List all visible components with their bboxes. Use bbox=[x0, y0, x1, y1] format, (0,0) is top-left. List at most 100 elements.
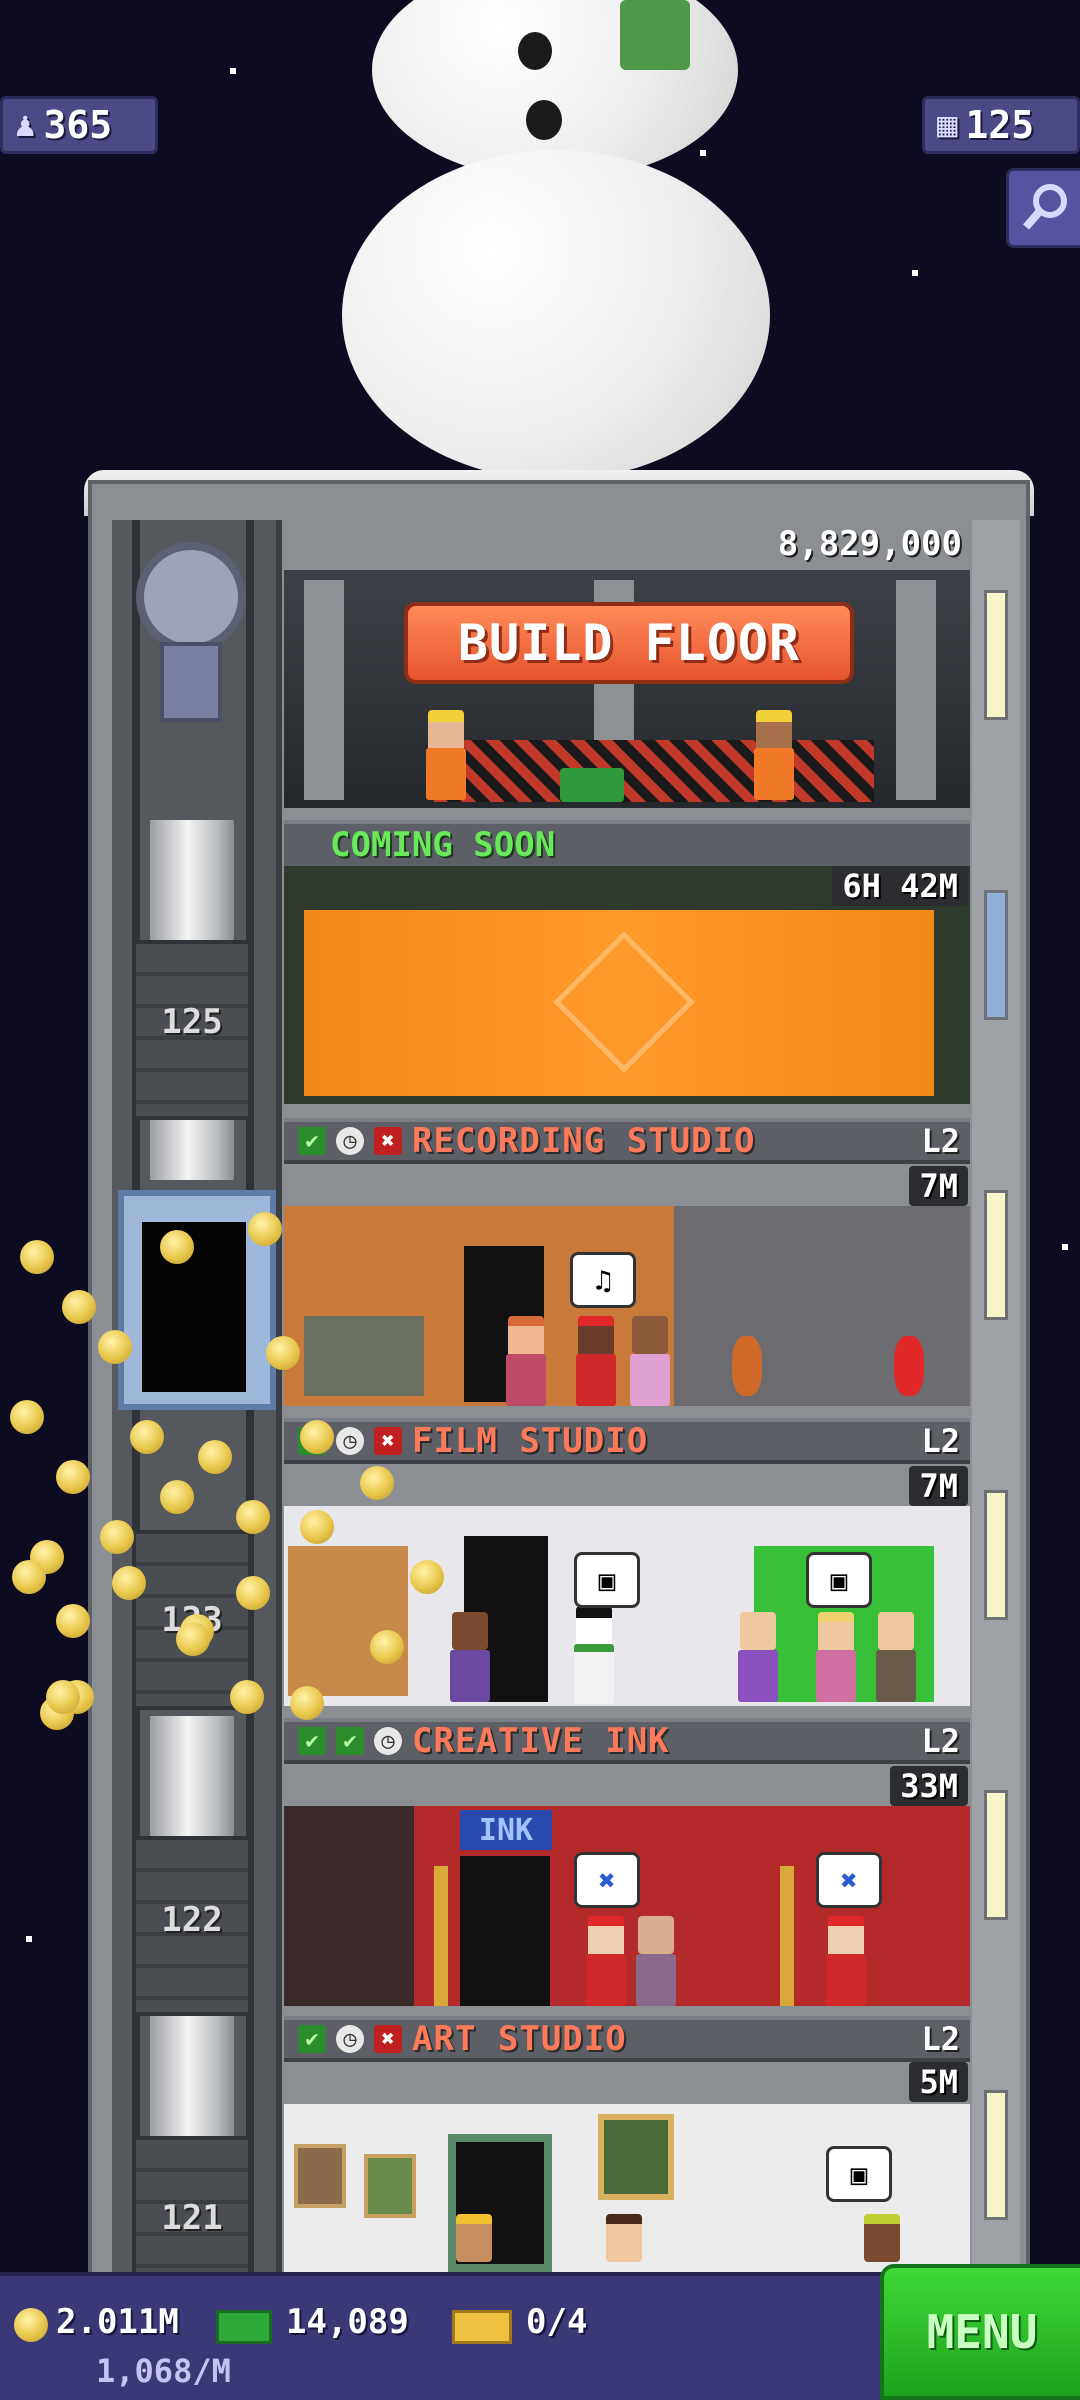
resident bbox=[824, 1916, 868, 2006]
star bbox=[912, 270, 918, 276]
coin-icon bbox=[230, 1680, 264, 1714]
floor-label-recording-studio[interactable]: ✔ ◷ ✖ RECORDING STUDIO L2 bbox=[284, 1118, 970, 1164]
coin-icon bbox=[12, 1560, 46, 1594]
mixing-desk bbox=[304, 1316, 424, 1396]
shaft-cylinder bbox=[150, 2016, 234, 2136]
restock-clock-icon: ◷ bbox=[336, 2025, 364, 2053]
resident bbox=[448, 1612, 492, 1702]
tickets-count: 0/4 bbox=[526, 2302, 588, 2342]
music-note-bubble: ♫ bbox=[570, 1252, 636, 1308]
tower-right-column bbox=[972, 520, 1020, 2280]
coin-icon bbox=[56, 1460, 90, 1494]
coin-icon bbox=[56, 1604, 90, 1638]
studio-door bbox=[460, 1856, 550, 2006]
floor-name: FILM STUDIO bbox=[412, 1421, 649, 1461]
item-bubble: ▣ bbox=[826, 2146, 892, 2202]
floor-name: ART STUDIO bbox=[412, 2019, 627, 2059]
coin-icon bbox=[62, 1290, 96, 1324]
star bbox=[26, 1936, 32, 1942]
resident bbox=[736, 1612, 780, 1702]
ink-sign: INK bbox=[460, 1810, 552, 1850]
floor-name: RECORDING STUDIO bbox=[412, 1121, 756, 1161]
shaft-cylinder bbox=[150, 820, 234, 940]
coin-icon bbox=[266, 1336, 300, 1370]
coin-icon bbox=[100, 1520, 134, 1554]
item-bubble: ✖ bbox=[574, 1852, 640, 1908]
coin-icon bbox=[14, 2308, 48, 2342]
lamp bbox=[780, 1866, 794, 2006]
lamp bbox=[434, 1866, 448, 2006]
stock-check-icon: ✔ bbox=[298, 1127, 326, 1155]
floor-level: L2 bbox=[921, 1122, 960, 1160]
bux-balance: 14,089 bbox=[286, 2302, 409, 2342]
floor-label-creative-ink[interactable]: ✔ ✔ ◷ CREATIVE INK L2 bbox=[284, 1718, 970, 1764]
coin-icon bbox=[112, 1566, 146, 1600]
star bbox=[1062, 1244, 1068, 1250]
elevator-pulley bbox=[136, 542, 246, 652]
floor-label-art-studio[interactable]: ✔ ◷ ✖ ART STUDIO L2 bbox=[284, 2016, 970, 2062]
coin-icon bbox=[130, 1420, 164, 1454]
coin-icon bbox=[360, 1466, 394, 1500]
menu-button[interactable]: MENU bbox=[880, 2264, 1080, 2400]
building-icon: ▦ bbox=[937, 105, 958, 145]
coin-icon bbox=[198, 1440, 232, 1474]
floor-timer: 33M bbox=[890, 1766, 968, 1806]
stock-empty-icon: ✖ bbox=[374, 1427, 402, 1455]
tower-window bbox=[984, 1490, 1008, 1620]
picture-frame bbox=[294, 2144, 346, 2208]
bookshelf bbox=[288, 1546, 408, 1696]
person-icon: ♟ bbox=[15, 105, 36, 145]
shaft-floor-number: 121 bbox=[161, 2198, 223, 2238]
shaft-cylinder bbox=[150, 1716, 234, 1836]
music-note-icon: ♫ bbox=[594, 1263, 612, 1297]
tower-window bbox=[984, 2090, 1008, 2220]
coin-icon bbox=[176, 1622, 210, 1656]
tower-window bbox=[984, 590, 1008, 720]
floors-counter[interactable]: ▦ 125 bbox=[922, 96, 1080, 154]
guitar bbox=[732, 1336, 762, 1396]
item-bubble: ▣ bbox=[806, 1552, 872, 1608]
coins-rate: 1,068/M bbox=[96, 2352, 231, 2390]
snowman-body bbox=[342, 150, 770, 480]
residents-counter[interactable]: ♟ 365 bbox=[0, 96, 158, 154]
coin-icon bbox=[236, 1576, 270, 1610]
stock-check-icon: ✔ bbox=[336, 1727, 364, 1755]
floor-timer: 5M bbox=[909, 2062, 968, 2102]
snowman-eye bbox=[518, 32, 552, 70]
resident bbox=[602, 2214, 646, 2272]
build-floor-price: 8,829,000 bbox=[777, 524, 962, 564]
resident bbox=[504, 1316, 548, 1406]
magnifier-icon bbox=[1022, 184, 1067, 230]
construction-worker bbox=[424, 710, 468, 800]
coin-icon bbox=[98, 1330, 132, 1364]
coin-icon bbox=[300, 1420, 334, 1454]
stock-check-icon: ✔ bbox=[298, 1727, 326, 1755]
tower-window bbox=[984, 890, 1008, 1020]
coin-icon bbox=[248, 1212, 282, 1246]
build-floor-button[interactable]: BUILD FLOOR bbox=[404, 602, 854, 684]
floor-level: L2 bbox=[921, 2020, 960, 2058]
coin-icon bbox=[160, 1230, 194, 1264]
resident bbox=[814, 1612, 858, 1702]
picture-frame bbox=[598, 2114, 674, 2200]
floor-name: CREATIVE INK bbox=[412, 1721, 670, 1761]
floor-label-film-studio[interactable]: ✔ ◷ ✖ FILM STUDIO L2 bbox=[284, 1418, 970, 1464]
restock-clock-icon: ◷ bbox=[336, 1427, 364, 1455]
coming-soon-timer: 6H 42M bbox=[832, 866, 968, 906]
coin-icon bbox=[300, 1510, 334, 1544]
coin-icon bbox=[20, 1240, 54, 1274]
tower-window bbox=[984, 1790, 1008, 1920]
coin-icon bbox=[46, 1680, 80, 1714]
floor-timer: 7M bbox=[909, 1466, 968, 1506]
stock-empty-icon: ✖ bbox=[374, 1127, 402, 1155]
resident bbox=[584, 1916, 628, 2006]
elevator-motor bbox=[160, 642, 222, 722]
shaft-floor-number: 122 bbox=[161, 1900, 223, 1940]
snowman-resident bbox=[572, 1606, 616, 1704]
floor-timer: 7M bbox=[909, 1166, 968, 1206]
search-button[interactable] bbox=[1006, 168, 1080, 248]
star bbox=[700, 150, 706, 156]
floor-level: L2 bbox=[921, 1422, 960, 1460]
guitar bbox=[894, 1336, 924, 1396]
coin-icon bbox=[370, 1630, 404, 1664]
